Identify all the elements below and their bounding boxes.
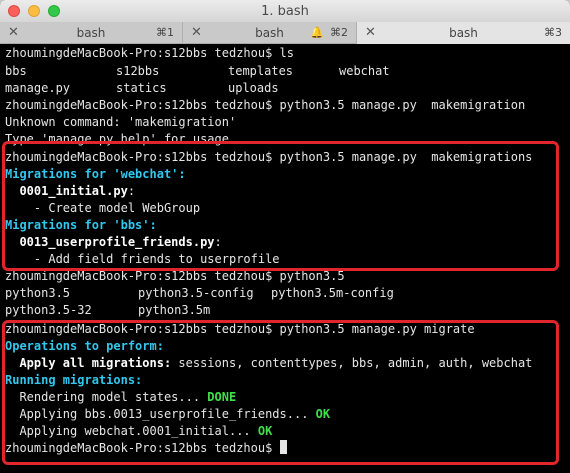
tab-1[interactable]: ✕ bash ⌘1: [0, 22, 183, 44]
ls-entry: statics: [116, 81, 167, 95]
shell-prompt: zhoumingdeMacBook-Pro:s12bbs tedzhou$: [5, 98, 273, 112]
completion-row: python3.5-32 python3.5m: [5, 302, 565, 319]
completion-entry: python3.5m: [138, 303, 211, 317]
terminal-line: zhoumingdeMacBook-Pro:s12bbs tedzhou$ ls: [5, 45, 294, 62]
tab-2[interactable]: ✕ bash 🔔 ⌘2: [183, 22, 357, 44]
terminal-window: 1. bash ✕ bash ⌘1 ✕ bash 🔔 ⌘2 ✕ bash ⌘3 …: [0, 0, 570, 473]
highlight-box-migrate: [2, 320, 559, 465]
completion-row: python3.5 python3.5-config python3.5m-co…: [5, 285, 565, 302]
bell-icon: 🔔: [310, 26, 324, 39]
highlight-box-makemigrations: [2, 141, 559, 271]
ls-output-row: manage.py statics uploads: [5, 80, 565, 97]
shell-prompt: zhoumingdeMacBook-Pro:s12bbs tedzhou$: [5, 46, 273, 60]
title-bar: 1. bash: [0, 0, 570, 22]
tab-shortcut: ⌘1: [156, 26, 174, 39]
ls-entry: manage.py: [5, 81, 71, 95]
ls-entry: webchat: [339, 64, 390, 78]
tab-label: bash: [76, 26, 106, 40]
tab-shortcut: ⌘2: [330, 26, 348, 39]
window-title: 1. bash: [261, 4, 309, 19]
completion-entry: python3.5m-config: [271, 286, 394, 300]
command-text: python3.5: [272, 269, 345, 283]
command-text: ls: [272, 46, 294, 60]
tab-3[interactable]: ✕ bash ⌘3: [357, 22, 570, 44]
completion-entry: python3.5-config: [138, 286, 254, 300]
completion-entry: python3.5-32: [5, 303, 92, 317]
tab-bar: ✕ bash ⌘1 ✕ bash 🔔 ⌘2 ✕ bash ⌘3: [0, 22, 570, 44]
tab-label: bash: [449, 26, 478, 40]
ls-entry: s12bbs: [116, 64, 160, 78]
completion-entry: python3.5: [5, 286, 71, 300]
command-text: python3.5 manage.py makemigration: [272, 98, 526, 112]
terminal-output[interactable]: zhoumingdeMacBook-Pro:s12bbs tedzhou$ ls…: [0, 44, 570, 473]
ls-output-row: bbs s12bbs templates webchat: [5, 63, 565, 80]
ls-entry: templates: [228, 64, 294, 78]
shell-prompt: zhoumingdeMacBook-Pro:s12bbs tedzhou$: [5, 269, 273, 283]
tab-shortcut: ⌘3: [544, 26, 562, 39]
error-line: Unknown command: 'makemigration': [5, 115, 237, 129]
terminal-line: zhoumingdeMacBook-Pro:s12bbs tedzhou$ py…: [5, 97, 525, 114]
ls-entry: uploads: [228, 81, 279, 95]
ls-entry: bbs: [5, 64, 27, 78]
